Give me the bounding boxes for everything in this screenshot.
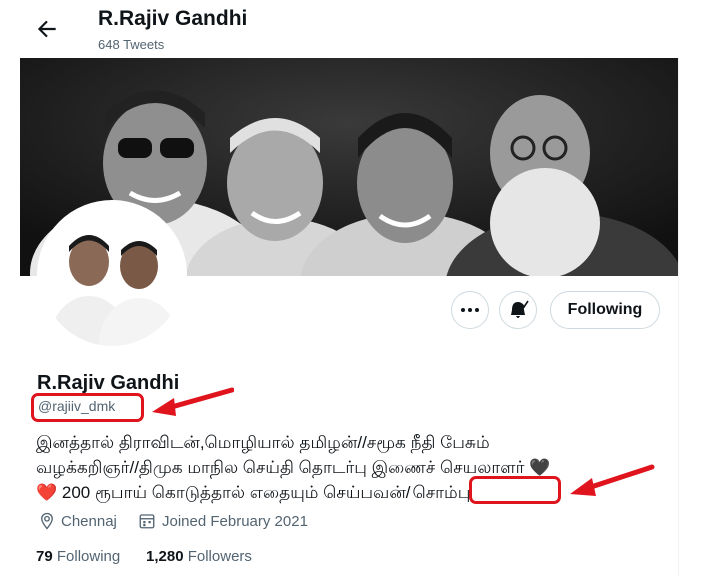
followers-count: 1,280	[146, 548, 184, 565]
join-date-text: Joined February 2021	[162, 512, 308, 530]
bio-highlight-word: சொம்பு	[412, 483, 471, 502]
header-title: R.Rajiv Gandhi	[98, 7, 248, 30]
more-icon	[461, 308, 479, 312]
followers-count-link[interactable]: 1,280 Followers	[146, 548, 252, 565]
annotation-arrow-word	[570, 464, 655, 496]
bio-line-3-text: ❤️ 200 ரூபாய் கொடுத்தால் எதையும் செய்பவன…	[36, 483, 411, 502]
bio-line-1: இனத்தால் திராவிடன்,மொழியால் தமிழன்//சமூக…	[36, 433, 490, 452]
followers-label: Followers	[187, 548, 252, 565]
location: Chennaj	[38, 512, 117, 530]
following-label: Following	[56, 548, 121, 565]
profile-header-bar: R.Rajiv Gandhi 648 Tweets	[0, 0, 703, 58]
following-button[interactable]: Following	[550, 291, 660, 329]
more-options-button[interactable]	[451, 291, 489, 329]
notifications-button[interactable]	[499, 291, 537, 329]
location-text: Chennaj	[61, 512, 117, 530]
column-divider	[678, 0, 679, 576]
location-pin-icon	[41, 512, 53, 530]
annotation-circle-word	[469, 476, 561, 504]
calendar-icon	[139, 514, 155, 529]
tweet-count: 648 Tweets	[98, 37, 165, 52]
profile-avatar[interactable]	[37, 200, 187, 350]
bell-notification-icon	[511, 300, 529, 318]
back-arrow-icon[interactable]	[34, 16, 60, 42]
join-date: Joined February 2021	[138, 512, 308, 530]
annotation-circle-handle	[31, 393, 144, 422]
following-count: 79	[36, 548, 53, 565]
following-count-link[interactable]: 79 Following	[36, 548, 120, 565]
annotation-arrow-handle	[152, 387, 234, 416]
